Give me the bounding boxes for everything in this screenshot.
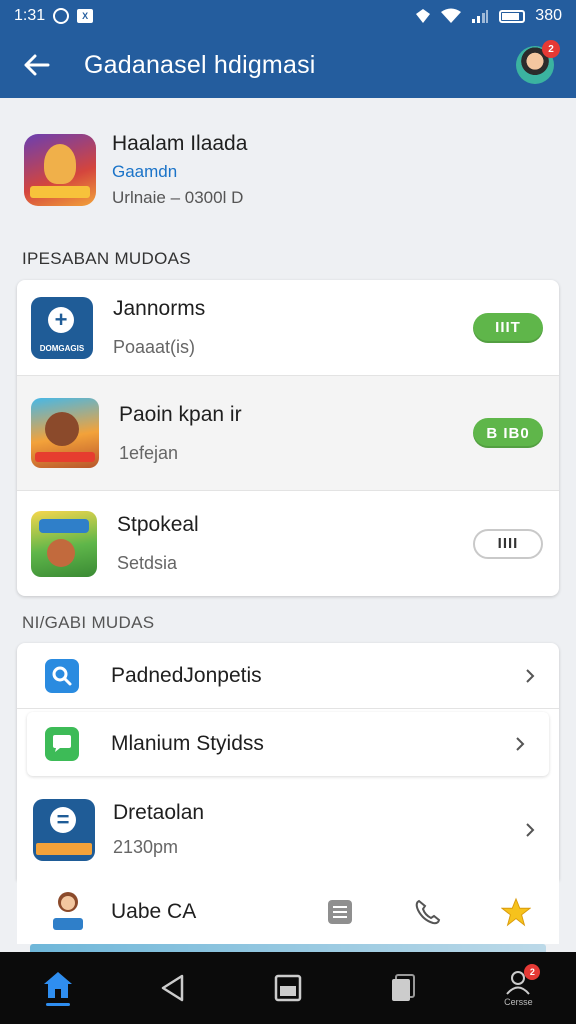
featured-app-developer[interactable]: Gaamdn: [112, 162, 247, 182]
app-title: Paoin kpan ir: [119, 402, 242, 426]
notification-icon: X: [77, 9, 94, 23]
app-title: Stpokeal: [117, 513, 199, 536]
quick-row-title: Uabe CA: [111, 900, 197, 923]
page-title: Gadanasel hdigmasi: [84, 50, 316, 79]
menu-item-title: Dretaolan: [113, 801, 205, 824]
status-bar: 1:31 X 380: [0, 0, 576, 32]
navigation-bar: Cersse 2: [0, 952, 576, 1024]
chat-icon: [45, 727, 79, 761]
quick-actions-row: Uabe CA: [17, 880, 559, 944]
top-bar: 1:31 X 380 Gadanasel hdigmasi 2: [0, 0, 576, 98]
menu-item-title: PadnedJonpetis: [111, 663, 262, 687]
menu-item-title: Mlanium Styidss: [111, 732, 264, 755]
app-subtitle: Setdsia: [117, 553, 178, 573]
featured-app-meta: Urlnaie – 0300l D: [112, 188, 244, 207]
app-bar: Gadanasel hdigmasi 2: [0, 32, 576, 98]
menu-item[interactable]: = Dretaolan 2130pm: [17, 779, 559, 880]
featured-app-name: Haalam Ilaada: [112, 132, 248, 155]
section-heading: NI/GABI MUDAS: [22, 613, 155, 632]
triangle-back-icon: [161, 974, 184, 1002]
avatar[interactable]: 2: [516, 40, 560, 84]
list-item[interactable]: + DOMGAGIS Jannorms Poaaat(is) IIIT: [17, 280, 559, 376]
menu-item[interactable]: PadnedJonpetis: [17, 643, 559, 709]
wifi-icon: [441, 8, 462, 23]
chevron-right-icon: [526, 668, 535, 683]
chevron-right-icon: [526, 822, 535, 837]
next-card-edge: [30, 944, 546, 952]
location-icon: [416, 9, 431, 23]
list-item[interactable]: Stpokeal Setdsia IIII: [17, 491, 559, 596]
chevron-right-icon: [516, 737, 525, 751]
install-button[interactable]: IIIT: [473, 312, 543, 343]
battery-icon: [499, 9, 526, 23]
avatar-badge: 2: [542, 40, 560, 58]
profile-label: Cersse: [504, 997, 533, 1007]
character-icon: [51, 892, 85, 932]
gallery-button[interactable]: [258, 958, 318, 1018]
home-icon: [43, 972, 72, 998]
app-icon: =: [33, 798, 95, 861]
list-item[interactable]: Paoin kpan ir 1efejan B IB0: [17, 376, 559, 491]
app-subtitle: Poaaat(is): [113, 337, 196, 357]
app-icon: + DOMGAGIS: [31, 296, 93, 359]
menu-item[interactable]: Mlanium Styidss: [27, 712, 549, 776]
back-arrow-icon[interactable]: [22, 50, 52, 80]
featured-app[interactable]: Haalam Ilaada Gaamdn Urlnaie – 0300l D: [24, 130, 554, 210]
profile-button[interactable]: Cersse 2: [488, 958, 548, 1018]
open-button[interactable]: IIII: [473, 528, 543, 559]
app-subtitle: 1efejan: [119, 442, 179, 463]
signal-icon: [472, 10, 489, 23]
menu-card: PadnedJonpetis Mlanium Styidss = Dretaol…: [17, 643, 559, 880]
menu-item-wrapper: Mlanium Styidss: [17, 709, 559, 779]
phone-icon[interactable]: [413, 897, 443, 927]
menu-item-subtitle: 2130pm: [113, 837, 179, 857]
back-button[interactable]: [143, 958, 203, 1018]
app-title: Jannorms: [113, 297, 206, 320]
document-icon[interactable]: [325, 897, 355, 927]
recents-button[interactable]: [373, 958, 433, 1018]
gallery-icon: [274, 974, 302, 1002]
install-button[interactable]: B IB0: [473, 418, 543, 448]
section-heading: IPESABAN MUDOAS: [22, 249, 191, 268]
status-time: 1:31: [14, 7, 46, 24]
star-icon[interactable]: [501, 897, 531, 927]
featured-app-icon: [24, 134, 96, 206]
sync-icon: [53, 8, 70, 24]
home-button[interactable]: [28, 958, 88, 1018]
app-icon: [31, 398, 99, 468]
battery-level: 380: [535, 7, 562, 24]
app-list-card: + DOMGAGIS Jannorms Poaaat(is) IIIT Paoi…: [17, 280, 559, 596]
profile-badge: 2: [524, 964, 541, 980]
search-icon: [45, 658, 79, 693]
recents-icon: [392, 974, 416, 1001]
app-icon: [31, 510, 97, 577]
